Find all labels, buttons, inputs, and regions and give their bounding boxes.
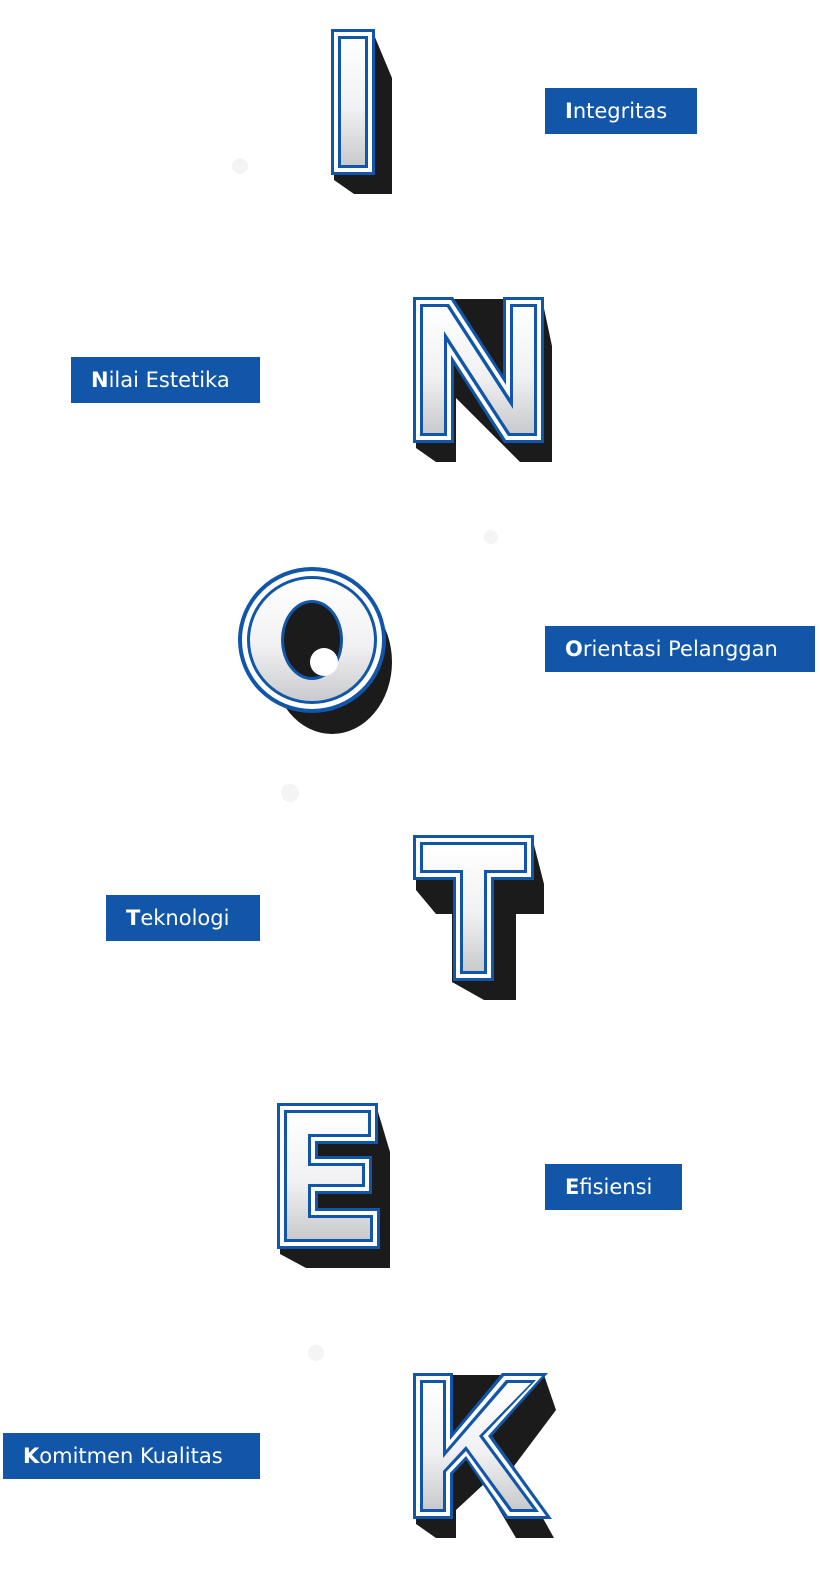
value-initial: K [23, 1444, 40, 1468]
background-dot [281, 784, 299, 802]
value-initial: I [565, 99, 573, 123]
letter-i-graphic [331, 29, 392, 194]
background-dot [308, 1345, 324, 1361]
value-label-teknologi: Teknologi [106, 895, 260, 941]
letter-o-graphic [238, 567, 392, 734]
value-initial: E [565, 1175, 580, 1199]
letter-n-graphic [413, 297, 552, 462]
letter-e-graphic [277, 1103, 390, 1268]
value-rest: ntegritas [572, 99, 668, 123]
background-dot [232, 158, 248, 174]
value-rest: ilai Estetika [108, 368, 230, 392]
value-initial: T [126, 906, 141, 930]
value-label-efisiensi: Efisiensi [545, 1164, 682, 1210]
background-dot [484, 530, 498, 544]
value-label-orientasi-pelanggan: Orientasi Pelanggan [545, 626, 815, 672]
value-label-komitmen-kualitas: Komitmen Kualitas [3, 1433, 260, 1479]
value-label-nilai-estetika: Nilai Estetika [71, 357, 260, 403]
value-initial: N [91, 368, 109, 392]
value-initial: O [565, 637, 583, 661]
letter-t-graphic [413, 835, 544, 1000]
value-rest: omitmen Kualitas [39, 1444, 223, 1468]
value-label-integritas: Integritas [545, 88, 697, 134]
value-rest: eknologi [140, 906, 230, 930]
value-rest: fisiensi [579, 1175, 653, 1199]
letter-k-graphic [413, 1373, 556, 1538]
value-rest: rientasi Pelanggan [582, 637, 778, 661]
